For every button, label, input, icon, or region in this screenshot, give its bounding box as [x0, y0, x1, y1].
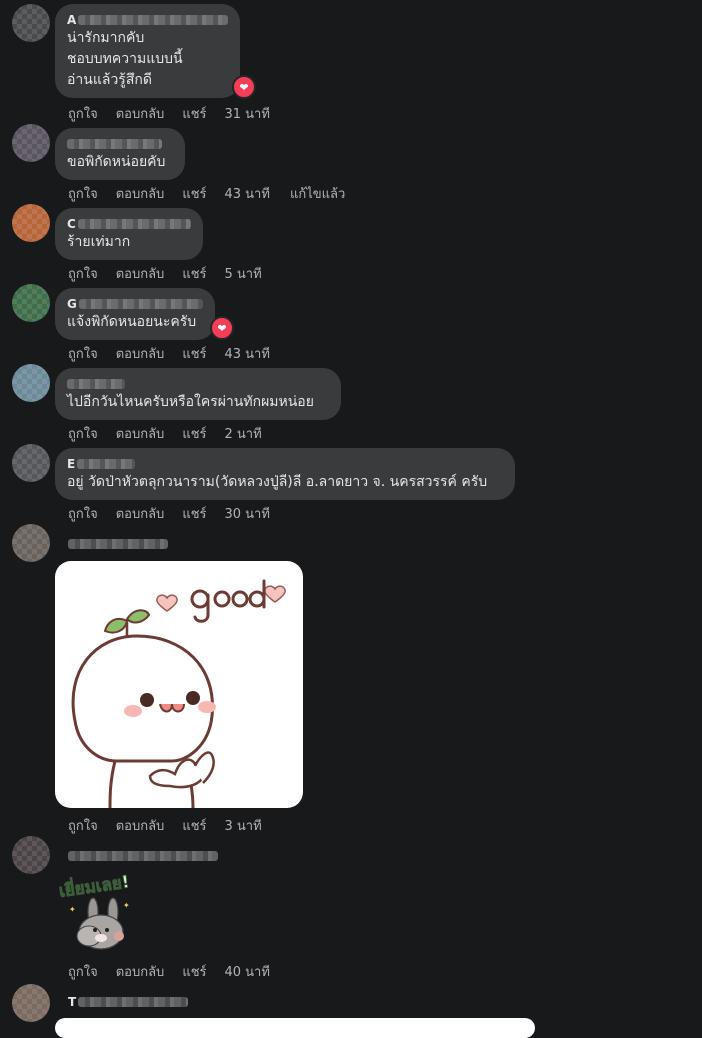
like-button[interactable]: ถูกใจ	[68, 503, 98, 524]
like-button[interactable]: ถูกใจ	[68, 343, 98, 364]
sticker-caption: เยี่ยมเลย!	[57, 869, 130, 902]
comment-actions: ถูกใจ ตอบกลับ แชร์ 43 นาที แก้ไขแล้ว	[68, 183, 363, 204]
like-button[interactable]: ถูกใจ	[68, 961, 98, 982]
share-button[interactable]: แชร์	[182, 961, 206, 982]
avatar[interactable]	[12, 124, 50, 162]
comment-text-line: อยู่ วัดป่าหัวตลุกวนาราม(วัดหลวงปู่ลี)ลี…	[67, 474, 488, 490]
blurred-name	[77, 459, 136, 469]
heart-icon[interactable]: ❤	[210, 316, 234, 340]
commenter-name[interactable]	[68, 848, 218, 864]
reply-button[interactable]: ตอบกลับ	[116, 263, 165, 284]
share-button[interactable]: แชร์	[182, 263, 206, 284]
sticker-image: เยี่ยมเลย! ✦ ✦	[57, 869, 131, 950]
avatar[interactable]	[12, 4, 50, 42]
share-button[interactable]: แชร์	[182, 503, 206, 524]
reply-button[interactable]: ตอบกลับ	[116, 815, 165, 836]
blurred-name	[78, 15, 228, 25]
comment-text-line: อ่านแล้วรู้สึกดี	[67, 72, 152, 88]
like-button[interactable]: ถูกใจ	[68, 103, 98, 124]
edited-label[interactable]: แก้ไขแล้ว	[290, 183, 345, 204]
commenter-name[interactable]	[67, 136, 173, 152]
name-initial: T	[68, 995, 77, 1009]
like-button[interactable]: ถูกใจ	[68, 423, 98, 444]
avatar[interactable]	[12, 204, 50, 242]
avatar[interactable]	[12, 524, 50, 562]
bunny-sticker[interactable]: เยี่ยมเลย! ✦ ✦	[55, 868, 145, 958]
heart-icon[interactable]: ❤	[232, 75, 256, 99]
comment-bubble: A น่ารักมากคับ ชอบบทความแบบนี้ อ่านแล้วร…	[55, 4, 240, 98]
timestamp[interactable]: 43 นาที	[225, 183, 270, 204]
like-button[interactable]: ถูกใจ	[68, 183, 98, 204]
comment-text-line: ร้ายเท่มาก	[67, 234, 131, 250]
comment-actions: ถูกใจ ตอบกลับ แชร์ 5 นาที	[68, 263, 282, 284]
blurred-name	[77, 219, 191, 229]
like-button[interactable]: ถูกใจ	[68, 815, 98, 836]
blurred-name	[78, 997, 189, 1007]
commenter-name[interactable]: E	[67, 456, 503, 472]
avatar[interactable]	[12, 984, 50, 1022]
timestamp[interactable]: 31 นาที	[225, 103, 270, 124]
sticker-image	[71, 579, 286, 808]
like-button[interactable]: ถูกใจ	[68, 263, 98, 284]
svg-text:✦: ✦	[69, 905, 76, 914]
commenter-name[interactable]: C	[67, 216, 191, 232]
blurred-name	[68, 539, 168, 549]
comment-actions: ถูกใจ ตอบกลับ แชร์ 43 นาที	[68, 343, 290, 364]
comment-text-line: แจ้งพิกัดหนอยนะครับ	[67, 314, 197, 330]
timestamp[interactable]: 40 นาที	[225, 961, 270, 982]
comment-bubble: E อยู่ วัดป่าหัวตลุกวนาราม(วัดหลวงปู่ลี)…	[55, 448, 515, 500]
timestamp[interactable]: 30 นาที	[225, 503, 270, 524]
reply-button[interactable]: ตอบกลับ	[116, 503, 165, 524]
share-button[interactable]: แชร์	[182, 815, 206, 836]
comment-actions: ถูกใจ ตอบกลับ แชร์ 3 นาที	[68, 815, 282, 836]
commenter-name[interactable]	[67, 376, 329, 392]
avatar[interactable]	[12, 284, 50, 322]
commenter-name[interactable]	[68, 536, 168, 552]
reply-button[interactable]: ตอบกลับ	[116, 183, 165, 204]
comment-actions: ถูกใจ ตอบกลับ แชร์ 2 นาที	[68, 423, 282, 444]
comment-actions: ถูกใจ ตอบกลับ แชร์ 30 นาที	[68, 503, 290, 524]
name-initial: E	[67, 457, 76, 471]
reply-button[interactable]: ตอบกลับ	[116, 343, 165, 364]
blurred-name	[68, 851, 218, 861]
svg-text:✦: ✦	[123, 901, 130, 910]
reply-button[interactable]: ตอบกลับ	[116, 961, 165, 982]
avatar[interactable]	[12, 836, 50, 874]
comment-bubble: ไปอีกวันไหนครับหรือใครผ่านทักผมหน่อย	[55, 368, 341, 420]
good-sticker[interactable]: good	[55, 561, 303, 808]
avatar[interactable]	[12, 364, 50, 402]
commenter-name[interactable]: A	[67, 12, 228, 28]
comment-actions: ถูกใจ ตอบกลับ แชร์ 31 นาที	[68, 103, 290, 124]
comment-text-line: ไปอีกวันไหนครับหรือใครผ่านทักผมหน่อย	[67, 394, 314, 410]
blurred-name	[78, 299, 203, 309]
name-initial: G	[67, 297, 77, 311]
comment-text-line: น่ารักมากคับ	[67, 30, 145, 46]
comment-bubble: G แจ้งพิกัดหนอยนะครับ	[55, 288, 215, 340]
share-button[interactable]: แชร์	[182, 103, 206, 124]
share-button[interactable]: แชร์	[182, 343, 206, 364]
comment-bubble: ขอพิกัดหน่อยคับ	[55, 128, 185, 180]
comment-text-line: ชอบบทความแบบนี้	[67, 51, 183, 67]
name-initial: C	[67, 217, 76, 231]
name-initial: A	[67, 13, 77, 27]
comment-bubble	[55, 1018, 535, 1038]
timestamp[interactable]: 5 นาที	[225, 263, 262, 284]
timestamp[interactable]: 3 นาที	[225, 815, 262, 836]
timestamp[interactable]: 43 นาที	[225, 343, 270, 364]
comment-actions: ถูกใจ ตอบกลับ แชร์ 40 นาที	[68, 961, 290, 982]
share-button[interactable]: แชร์	[182, 183, 206, 204]
comment-bubble: C ร้ายเท่มาก	[55, 208, 203, 260]
commenter-name[interactable]: T	[68, 994, 189, 1010]
commenter-name[interactable]: G	[67, 296, 203, 312]
share-button[interactable]: แชร์	[182, 423, 206, 444]
timestamp[interactable]: 2 นาที	[225, 423, 262, 444]
blurred-name	[67, 139, 162, 149]
avatar[interactable]	[12, 444, 50, 482]
reply-button[interactable]: ตอบกลับ	[116, 103, 165, 124]
reply-button[interactable]: ตอบกลับ	[116, 423, 165, 444]
blurred-name	[67, 379, 125, 389]
comment-text-line: ขอพิกัดหน่อยคับ	[67, 154, 166, 170]
